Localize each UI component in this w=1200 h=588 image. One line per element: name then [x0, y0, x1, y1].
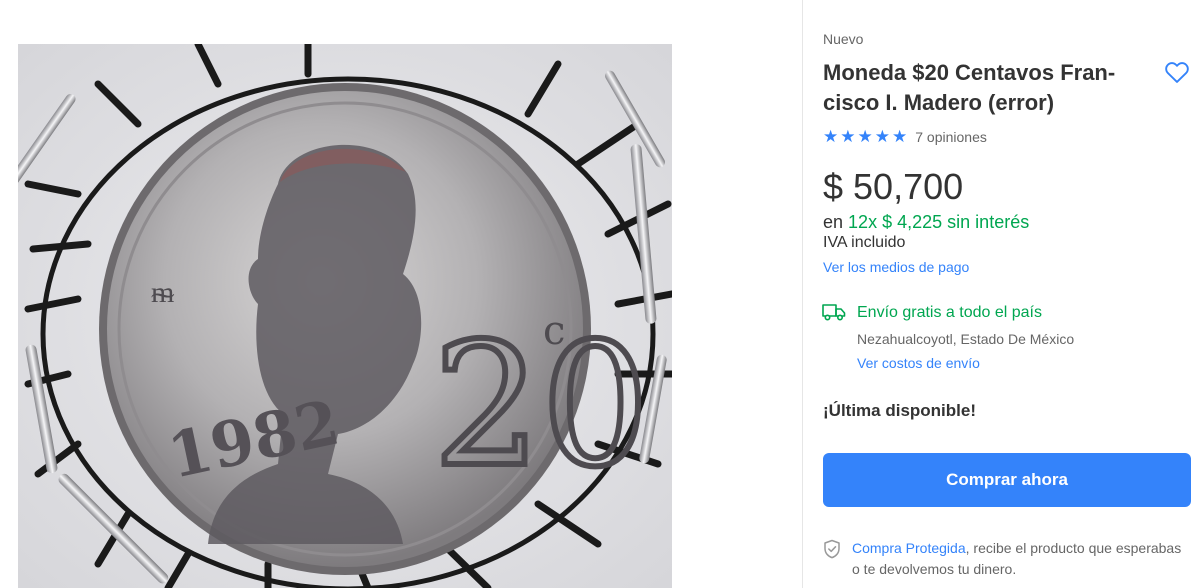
star-icon: ★: [874, 127, 890, 146]
price-currency: $: [823, 166, 844, 207]
installments-info: en 12x $ 4,225 sin interés: [823, 212, 1029, 233]
product-gallery: 1982 20 c ᵯ: [0, 0, 800, 588]
product-condition: Nuevo: [823, 31, 864, 47]
truck-icon: [821, 302, 847, 322]
installments-prefix: en: [823, 212, 844, 232]
price-amount: 50,700: [853, 166, 964, 207]
stock-status: ¡Última disponible!: [823, 401, 976, 420]
shipping-location: Nezahualcoyotl, Estado De México: [857, 331, 1075, 347]
coin-photo-illustration: 1982 20 c ᵯ: [18, 44, 672, 588]
protected-purchase-link[interactable]: Compra Protegida: [852, 540, 966, 556]
buy-now-button[interactable]: Comprar ahora: [823, 453, 1191, 507]
shipping-costs-link[interactable]: Ver costos de envío: [857, 355, 980, 371]
shield-check-icon: [823, 539, 841, 559]
star-icon: ★: [823, 127, 839, 146]
payment-methods-link[interactable]: Ver los medios de pago: [823, 259, 969, 275]
reviews-count[interactable]: 7 opiniones: [915, 129, 987, 145]
price: $ 50,700: [823, 166, 963, 208]
product-title: Moneda $20 Centavos Fran- cisco I. Mader…: [823, 60, 1116, 115]
favorite-button[interactable]: [1163, 58, 1191, 86]
installments-count: 12x: [848, 212, 878, 232]
tax-note: IVA incluido: [823, 234, 906, 251]
star-icon: ★: [892, 127, 908, 146]
coin-unit: c: [543, 308, 565, 354]
coin-value: 20: [433, 307, 649, 505]
shipping-label: Envío gratis a todo el país: [857, 304, 1042, 321]
star-icon: ★: [857, 127, 873, 146]
product-photo[interactable]: 1982 20 c ᵯ: [18, 44, 672, 588]
rating-stars: ★ ★ ★ ★ ★: [823, 127, 907, 147]
installments-amount: $ 4,225: [882, 212, 943, 232]
installments-suffix: sin interés: [947, 212, 1030, 232]
heart-outline-icon: [1165, 62, 1189, 83]
product-details-panel: Nuevo Moneda $20 Centavos Fran- cisco I.…: [802, 0, 1200, 588]
rating-summary[interactable]: ★ ★ ★ ★ ★ 7 opiniones: [823, 127, 987, 147]
star-icon: ★: [840, 127, 856, 146]
svg-text:ᵯ: ᵯ: [151, 275, 175, 310]
protected-purchase-note: Compra Protegida, recibe el producto que…: [852, 538, 1182, 580]
